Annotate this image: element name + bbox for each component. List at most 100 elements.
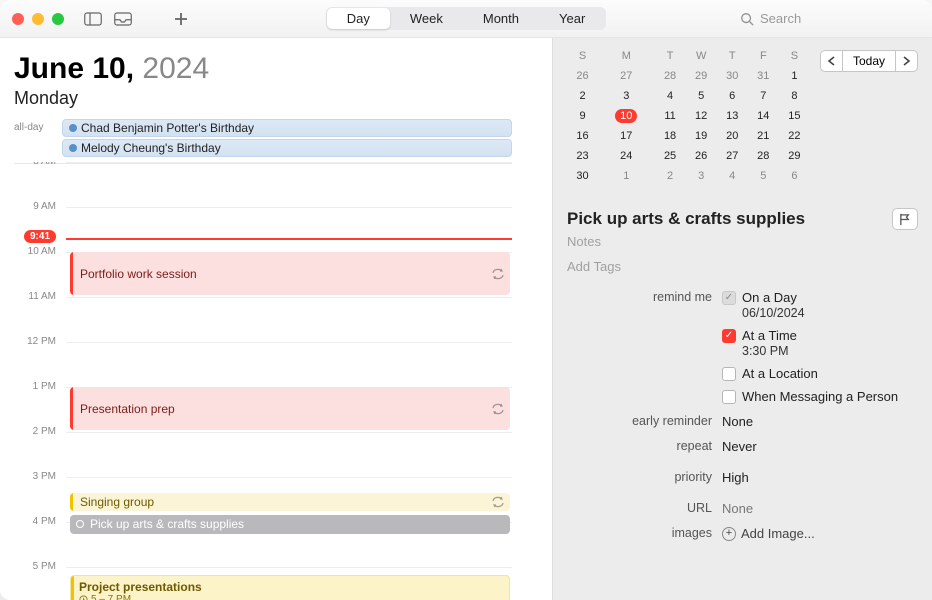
titlebar: Day Week Month Year Search [0,0,932,38]
window-controls [12,13,64,25]
reminder-title[interactable]: Pick up arts & crafts supplies [567,209,884,229]
next-button[interactable] [896,50,918,72]
mini-cal-day[interactable]: 30 [717,66,748,86]
mini-cal-day[interactable]: 9 [567,106,598,126]
mini-cal-day[interactable]: 27 [717,146,748,166]
calendar-event[interactable]: Project presentations5 – 7 PM [70,575,510,600]
calendar-event[interactable]: Singing group [70,493,510,511]
url-label: URL [567,495,712,515]
timeline[interactable]: 8 AM9 AM10 AM11 AM12 PM1 PM2 PM3 PM4 PM5… [14,162,512,600]
calendar-dot-icon [69,124,77,132]
when-messaging-checkbox[interactable]: When Messaging a Person [722,389,918,404]
all-day-section: all-day Chad Benjamin Potter's Birthday … [14,119,512,164]
mini-cal-day[interactable]: 15 [779,106,810,126]
mini-cal-day[interactable]: 4 [717,166,748,186]
search-icon [740,12,754,26]
url-value[interactable]: None [722,495,918,516]
mini-cal-day[interactable]: 5 [748,166,779,186]
mini-cal-day[interactable]: 6 [717,86,748,106]
mini-cal-day[interactable]: 26 [567,66,598,86]
checkbox-icon [722,329,736,343]
mini-calendar[interactable]: SMTWTFS262728293031123456789101112131415… [567,50,810,186]
mini-cal-day[interactable]: 20 [717,126,748,146]
mini-cal-day[interactable]: 29 [779,146,810,166]
mini-cal-day[interactable]: 22 [779,126,810,146]
mini-cal-day[interactable]: 21 [748,126,779,146]
chevron-left-icon [827,56,836,66]
early-reminder-value[interactable]: None [722,414,918,429]
at-a-time-checkbox[interactable]: At a Time [722,328,918,343]
tab-day[interactable]: Day [327,8,390,29]
remind-me-options: On a Day 06/10/2024 At a Time 3:30 PM At… [722,290,918,404]
all-day-event[interactable]: Chad Benjamin Potter's Birthday [62,119,512,137]
mini-cal-day[interactable]: 5 [686,86,717,106]
mini-cal-day[interactable]: 26 [686,146,717,166]
tags-field[interactable]: Add Tags [567,259,918,274]
mini-cal-day[interactable]: 24 [598,146,654,166]
calendar-event[interactable]: Portfolio work session [70,252,510,295]
mini-cal-day[interactable]: 4 [655,86,686,106]
repeat-value[interactable]: Never [722,439,918,454]
main-content: June 10, 2024 Monday all-day Chad Benjam… [0,38,932,600]
mini-cal-day[interactable]: 25 [655,146,686,166]
mini-cal-day[interactable]: 14 [748,106,779,126]
repeat-icon [492,268,504,280]
inbox-icon[interactable] [112,9,134,29]
mini-cal-day[interactable]: 1 [779,66,810,86]
mini-cal-day[interactable]: 6 [779,166,810,186]
flag-button[interactable] [892,208,918,230]
date-year: 2024 [142,52,209,85]
add-icon[interactable] [170,9,192,29]
tab-year[interactable]: Year [539,8,605,29]
mini-cal-day[interactable]: 10 [598,106,654,126]
mini-cal-day[interactable]: 17 [598,126,654,146]
mini-cal-day[interactable]: 3 [686,166,717,186]
checkbox-label: On a Day [742,290,797,305]
chevron-right-icon [902,56,911,66]
calendar-event[interactable]: Presentation prep [70,387,510,430]
mini-cal-day[interactable]: 18 [655,126,686,146]
add-image-button[interactable]: +Add Image... [722,526,918,541]
mini-cal-day[interactable]: 3 [598,86,654,106]
all-day-event[interactable]: Melody Cheung's Birthday [62,139,512,157]
on-a-day-value[interactable]: 06/10/2024 [742,306,918,320]
close-icon[interactable] [12,13,24,25]
date-heading: June 10, 2024 [14,52,552,86]
early-reminder-label: early reminder [567,414,712,428]
mini-cal-day[interactable]: 28 [748,146,779,166]
mini-cal-day[interactable]: 28 [655,66,686,86]
prev-button[interactable] [820,50,842,72]
mini-cal-day[interactable]: 31 [748,66,779,86]
search-input[interactable]: Search [740,11,920,26]
mini-cal-day[interactable]: 8 [779,86,810,106]
hour-label: 1 PM [14,381,56,392]
priority-value[interactable]: High [722,464,918,485]
checkbox-icon [722,291,736,305]
mini-cal-day[interactable]: 13 [717,106,748,126]
mini-cal-day[interactable]: 23 [567,146,598,166]
mini-cal-day[interactable]: 12 [686,106,717,126]
zoom-icon[interactable] [52,13,64,25]
weekday-label: Monday [14,88,552,109]
mini-cal-day[interactable]: 19 [686,126,717,146]
at-a-location-checkbox[interactable]: At a Location [722,366,918,381]
today-button[interactable]: Today [842,50,896,72]
mini-cal-day[interactable]: 7 [748,86,779,106]
mini-cal-day[interactable]: 1 [598,166,654,186]
mini-cal-day[interactable]: 29 [686,66,717,86]
mini-cal-day[interactable]: 11 [655,106,686,126]
sidebar-toggle-icon[interactable] [82,9,104,29]
notes-field[interactable]: Notes [567,234,918,249]
mini-cal-day[interactable]: 2 [567,86,598,106]
on-a-day-checkbox[interactable]: On a Day [722,290,918,305]
mini-cal-day[interactable]: 30 [567,166,598,186]
tab-week[interactable]: Week [390,8,463,29]
hour-label: 2 PM [14,426,56,437]
mini-cal-day[interactable]: 27 [598,66,654,86]
minimize-icon[interactable] [32,13,44,25]
mini-cal-day[interactable]: 16 [567,126,598,146]
mini-cal-day[interactable]: 2 [655,166,686,186]
at-a-time-value[interactable]: 3:30 PM [742,344,918,358]
calendar-event[interactable]: Pick up arts & crafts supplies [70,515,510,533]
tab-month[interactable]: Month [463,8,539,29]
